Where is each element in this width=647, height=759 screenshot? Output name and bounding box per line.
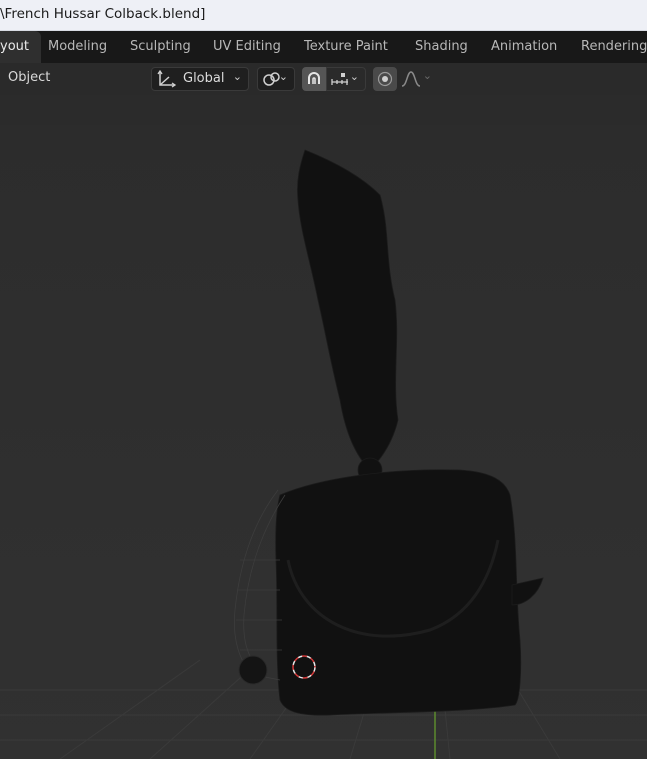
viewport-canvas[interactable] — [0, 95, 647, 759]
tab-shading[interactable]: Shading — [415, 31, 468, 63]
colback-bag-tip — [238, 655, 268, 685]
chevron-down-icon: ⌄ — [278, 70, 288, 83]
proportional-editing-icon — [377, 71, 393, 87]
tab-uv-editing[interactable]: UV Editing — [213, 31, 281, 63]
transform-orientation-icon — [157, 70, 177, 88]
snap-toggle[interactable] — [302, 67, 326, 91]
transform-orientation-dropdown[interactable]: Global ⌄ — [151, 67, 249, 91]
snap-increment-icon — [331, 73, 348, 85]
workspace-tab-bar: yout Modeling Sculpting UV Editing Textu… — [0, 31, 647, 63]
tab-animation[interactable]: Animation — [491, 31, 557, 63]
chevron-down-icon: ⌄ — [349, 70, 359, 83]
proportional-editing-toggle[interactable] — [373, 67, 397, 91]
window-title: \French Hussar Colback.blend] — [0, 6, 206, 22]
object-menu[interactable]: Object — [8, 70, 50, 85]
proportional-falloff-dropdown[interactable]: ⌄ — [398, 67, 438, 91]
snap-target-dropdown[interactable]: ⌄ — [326, 67, 366, 91]
chevron-down-icon: ⌄ — [232, 70, 242, 83]
viewport-header: Object Global ⌄ ⌄ ⌄ ⌄ — [0, 63, 647, 95]
tab-rendering[interactable]: Rendering — [581, 31, 647, 63]
colback-mesh — [275, 149, 544, 716]
snap-magnet-icon — [308, 72, 320, 84]
pivot-point-dropdown[interactable]: ⌄ — [257, 67, 295, 91]
falloff-curve-icon — [401, 71, 421, 87]
tab-modeling[interactable]: Modeling — [48, 31, 107, 63]
tab-sculpting[interactable]: Sculpting — [130, 31, 191, 63]
3d-viewport[interactable] — [0, 95, 647, 759]
tab-texture-paint[interactable]: Texture Paint — [304, 31, 388, 63]
chevron-down-icon: ⌄ — [422, 69, 432, 82]
window-titlebar: \French Hussar Colback.blend] — [0, 0, 647, 31]
tab-layout[interactable]: yout — [0, 31, 41, 63]
transform-orientation-value: Global — [183, 71, 225, 86]
